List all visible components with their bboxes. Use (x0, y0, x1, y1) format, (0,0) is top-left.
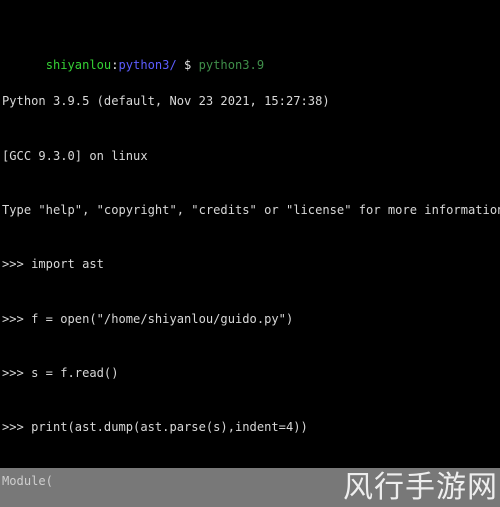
terminal-line: [GCC 9.3.0] on linux (2, 148, 148, 163)
terminal-line: Python 3.9.5 (default, Nov 23 2021, 15:2… (2, 94, 330, 109)
prompt-path: python3/ (118, 58, 177, 73)
prompt-space-2 (191, 58, 198, 72)
terminal-prompt-line: shiyanlou:python3/ $ python3.9 (2, 38, 500, 72)
terminal-line: >>> f = open("/home/shiyanlou/guido.py") (2, 311, 294, 326)
terminal-window[interactable]: shiyanlou:python3/ $ python3.9 Python 3.… (0, 0, 500, 507)
prompt-separator: : (111, 58, 119, 73)
prompt-user-host: shiyanlou (45, 58, 112, 73)
prompt-space-1 (177, 58, 184, 72)
prompt-command: python3.9 (198, 58, 265, 73)
terminal-line: >>> s = f.read() (2, 365, 119, 380)
terminal-line: Type "help", "copyright", "credits" or "… (2, 203, 500, 218)
terminal-line: >>> print(ast.dump(ast.parse(s),indent=4… (2, 420, 308, 435)
terminal-line: Module( (2, 474, 53, 489)
terminal-output: shiyanlou:python3/ $ python3.9 Python 3.… (0, 0, 500, 507)
terminal-line: >>> import ast (2, 257, 104, 272)
